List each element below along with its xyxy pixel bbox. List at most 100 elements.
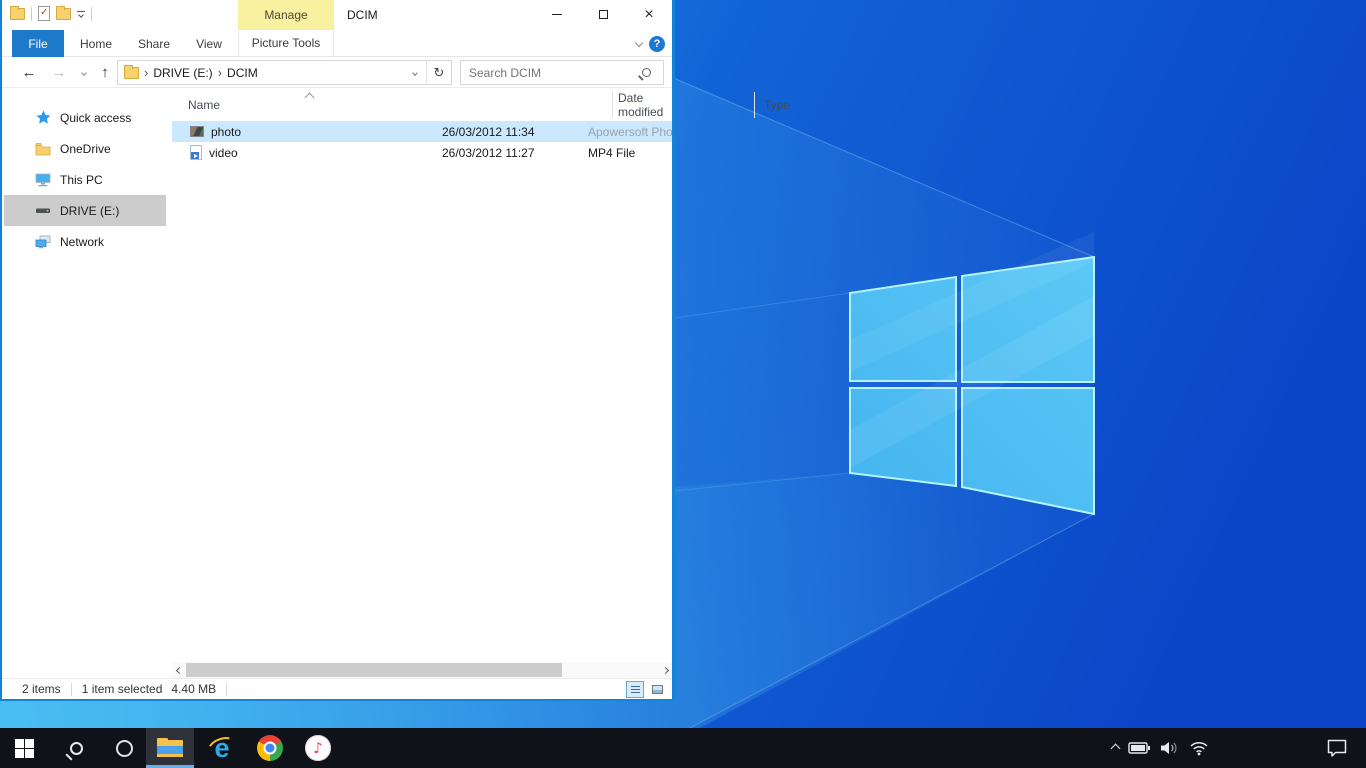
cortana-icon — [116, 740, 133, 757]
file-type: Apowersoft Pho — [588, 125, 672, 139]
recent-locations-icon[interactable] — [76, 57, 92, 88]
contextual-tab-group[interactable]: Manage — [238, 0, 334, 30]
file-explorer-icon — [157, 738, 183, 758]
action-center-button[interactable] — [1322, 728, 1352, 768]
maximize-icon — [599, 10, 608, 19]
battery-icon[interactable] — [1128, 741, 1151, 755]
breadcrumb-separator-icon: › — [218, 67, 222, 79]
back-icon[interactable]: ← — [18, 57, 40, 88]
minimize-icon — [552, 14, 562, 15]
file-name: video — [209, 146, 238, 160]
start-button[interactable] — [0, 728, 48, 768]
folder-icon[interactable] — [10, 8, 25, 20]
selection-size: 4.40 MB — [171, 682, 216, 696]
refresh-icon[interactable]: ↻ — [427, 65, 451, 81]
details-view-icon — [631, 686, 640, 694]
customize-quick-access-toolbar-icon[interactable] — [77, 11, 85, 17]
item-count: 2 items — [22, 682, 61, 696]
sidebar-item-network[interactable]: Network — [2, 226, 170, 257]
maximize-button[interactable] — [580, 0, 626, 29]
location-folder-icon — [124, 67, 139, 79]
hidden-icons-chevron-icon[interactable] — [1111, 743, 1121, 753]
file-explorer-taskbar-button[interactable] — [146, 728, 194, 768]
mp4-file-icon — [190, 145, 202, 160]
up-icon[interactable]: ↑ — [94, 57, 116, 88]
sidebar-item-drive-e[interactable]: DRIVE (E:) — [4, 195, 166, 226]
file-date: 26/03/2012 11:27 — [442, 146, 588, 160]
scrollbar-thumb[interactable] — [186, 663, 562, 677]
file-list-pane: Name Date modified Type photo 26/03/2012… — [172, 88, 672, 662]
thumbnails-view-button[interactable] — [648, 681, 666, 698]
windows-start-icon — [15, 739, 34, 758]
breadcrumb-drive[interactable]: DRIVE (E:) — [153, 66, 212, 80]
column-headers: Name Date modified Type — [172, 92, 672, 118]
quick-access-toolbar: ✓ — [10, 6, 92, 21]
tab-share[interactable]: Share — [130, 30, 178, 57]
thumbnails-view-icon — [652, 685, 663, 694]
horizontal-scrollbar[interactable] — [172, 662, 672, 678]
selection-info: 1 item selected — [82, 682, 163, 696]
close-icon: × — [644, 7, 653, 23]
column-divider[interactable] — [754, 92, 755, 118]
status-bar: 2 items 1 item selected 4.40 MB — [2, 678, 672, 699]
column-divider[interactable] — [612, 92, 613, 118]
search-icon[interactable] — [642, 68, 651, 77]
sidebar-item-label: Quick access — [60, 111, 131, 125]
toolbar-separator — [91, 7, 92, 21]
minimize-button[interactable] — [534, 0, 580, 29]
action-center-icon — [1326, 738, 1348, 758]
tab-picture-tools[interactable]: Picture Tools — [238, 30, 334, 57]
file-row-video[interactable]: video 26/03/2012 11:27 MP4 File — [172, 142, 672, 163]
column-header-name[interactable]: Name — [188, 92, 220, 118]
close-button[interactable]: × — [626, 0, 672, 29]
chrome-button[interactable] — [246, 728, 294, 768]
taskbar-search-button[interactable] — [52, 728, 100, 768]
desktop: ✓ Manage DCIM × File Home Share View Pic… — [0, 0, 1366, 768]
breadcrumb-current-folder[interactable]: DCIM — [227, 66, 258, 80]
tab-view[interactable]: View — [186, 30, 232, 57]
sidebar-item-onedrive[interactable]: OneDrive — [2, 133, 170, 164]
breadcrumb-separator-icon: › — [144, 67, 148, 79]
window-title: DCIM — [347, 8, 378, 22]
tab-home[interactable]: Home — [72, 30, 120, 57]
expand-ribbon-icon[interactable] — [635, 39, 643, 47]
internet-explorer-button[interactable]: e — [198, 728, 246, 768]
address-bar[interactable]: › DRIVE (E:) › DCIM ↻ — [117, 60, 452, 85]
properties-icon[interactable]: ✓ — [38, 6, 50, 21]
this-pc-monitor-icon — [35, 172, 51, 188]
forward-icon[interactable]: → — [48, 57, 70, 88]
scroll-left-icon[interactable] — [172, 662, 186, 678]
help-icon[interactable]: ? — [649, 36, 665, 52]
usb-drive-icon — [35, 203, 51, 219]
ribbon-tab-row: File Home Share View Picture Tools ? — [2, 30, 672, 57]
sidebar-item-label: OneDrive — [60, 142, 111, 156]
sidebar-item-quick-access[interactable]: Quick access — [2, 102, 170, 133]
title-bar[interactable]: ✓ Manage DCIM × — [2, 0, 672, 30]
sidebar-item-this-pc[interactable]: This PC — [2, 164, 170, 195]
search-icon — [70, 742, 83, 755]
file-row-photo[interactable]: photo 26/03/2012 11:34 Apowersoft Pho — [172, 121, 672, 142]
toolbar-separator — [31, 7, 32, 21]
details-view-button[interactable] — [626, 681, 644, 698]
file-explorer-window: ✓ Manage DCIM × File Home Share View Pic… — [0, 0, 675, 701]
search-input[interactable] — [461, 66, 642, 80]
new-folder-icon[interactable] — [56, 8, 71, 20]
itunes-button[interactable]: ♪ — [294, 728, 342, 768]
photo-thumbnail-icon — [190, 126, 204, 137]
network-computers-icon — [35, 234, 51, 250]
wifi-icon[interactable] — [1189, 740, 1209, 756]
column-header-date-modified[interactable]: Date modified — [618, 92, 672, 118]
taskbar: e ♪ — [0, 728, 1366, 768]
search-box[interactable] — [460, 60, 664, 85]
quick-access-star-icon — [35, 110, 51, 126]
navigation-bar: ← → ↑ › DRIVE (E:) › DCIM ↻ — [2, 57, 672, 88]
itunes-icon: ♪ — [305, 735, 331, 761]
address-dropdown-icon[interactable] — [404, 71, 426, 75]
volume-icon[interactable] — [1160, 740, 1180, 756]
scroll-right-icon[interactable] — [658, 662, 672, 678]
file-date: 26/03/2012 11:34 — [442, 125, 588, 139]
navigation-pane: Quick access OneDrive This PC DRIVE (E:) — [2, 88, 170, 662]
column-header-type[interactable]: Type — [764, 92, 790, 118]
tab-file[interactable]: File — [12, 30, 64, 57]
cortana-button[interactable] — [100, 728, 148, 768]
